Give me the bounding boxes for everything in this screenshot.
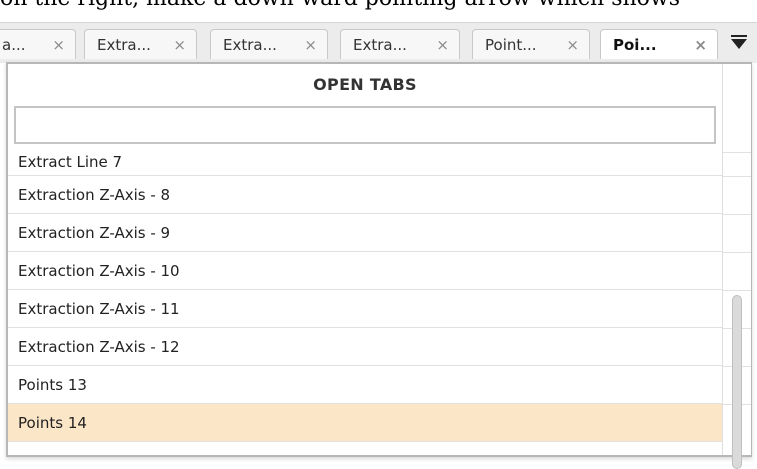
list-item[interactable]: Extraction Z-Axis - 10 (8, 252, 722, 290)
tab-2[interactable]: Extra... × (210, 29, 328, 59)
close-icon[interactable]: × (566, 36, 579, 54)
tab-label: a... (2, 35, 26, 54)
tab-label: Poi... (613, 35, 657, 54)
list-item-label: Extraction Z-Axis - 12 (18, 337, 180, 356)
dropdown-title: OPEN TABS (313, 74, 417, 94)
close-icon[interactable]: × (173, 36, 186, 54)
open-tabs-dropdown: OPEN TABS Extract Line 7 Extraction Z-Ax… (6, 62, 752, 469)
list-item-label: Extract Line 7 (18, 153, 123, 171)
tab-4[interactable]: Point... × (472, 29, 590, 59)
list-item[interactable]: Extraction Z-Axis - 12 (8, 328, 722, 366)
close-icon[interactable]: × (304, 36, 317, 54)
tab-label: Extra... (353, 35, 407, 54)
tab-label: Extra... (223, 35, 277, 54)
cropped-text: on the right, make a down-ward pointing … (0, 0, 680, 11)
list-item[interactable]: Points 13 (8, 366, 722, 404)
tab-label: Extra... (97, 35, 151, 54)
list-item[interactable]: Extraction Z-Axis - 11 (8, 290, 722, 328)
list-item-label: Extraction Z-Axis - 10 (18, 261, 180, 280)
close-icon[interactable]: × (52, 36, 65, 54)
list-item-label: Points 13 (18, 375, 87, 394)
tab-bar: a... × Extra... × Extra... × Extra... × … (0, 22, 757, 63)
tab-1[interactable]: Extra... × (84, 29, 197, 59)
tab-list: Extract Line 7 Extraction Z-Axis - 8 Ext… (8, 152, 722, 457)
close-icon[interactable]: × (436, 36, 449, 54)
list-item-label: Points 14 (18, 413, 87, 432)
list-item[interactable]: Extraction Z-Axis - 9 (8, 214, 722, 252)
search-wrap (8, 102, 722, 154)
chevron-down-icon (731, 39, 747, 49)
search-input[interactable] (14, 106, 716, 144)
list-item-label: Extraction Z-Axis - 9 (18, 223, 171, 242)
tab-0[interactable]: a... × (0, 29, 76, 59)
close-icon[interactable]: × (694, 36, 707, 54)
list-item[interactable]: Extraction Z-Axis - 8 (8, 176, 722, 214)
tab-3[interactable]: Extra... × (340, 29, 460, 59)
scrollbar-thumb[interactable] (732, 295, 742, 469)
list-item-selected[interactable]: Points 14 (8, 404, 722, 442)
overflow-bar (731, 35, 747, 37)
list-item-label: Extraction Z-Axis - 8 (18, 185, 171, 204)
tab-5-active[interactable]: Poi... × (600, 29, 718, 59)
tab-label: Point... (485, 35, 537, 54)
tab-overflow-button[interactable] (728, 35, 750, 53)
list-item[interactable]: Extract Line 7 (8, 152, 722, 176)
list-item-label: Extraction Z-Axis - 11 (18, 299, 180, 318)
scrollbar-track[interactable] (722, 64, 751, 469)
